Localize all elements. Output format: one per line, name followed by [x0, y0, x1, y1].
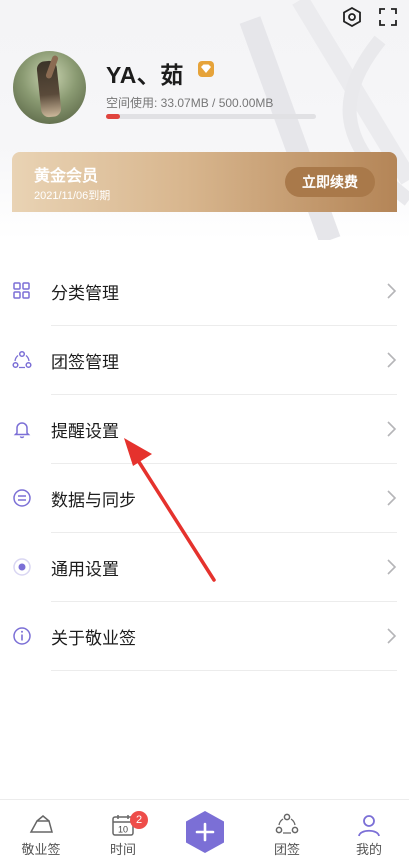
- general-settings-icon: [12, 557, 32, 577]
- menu-item-reminder[interactable]: 提醒设置: [0, 395, 409, 464]
- menu-item-label: 分类管理: [51, 284, 119, 304]
- storage-progress-bar: [106, 114, 316, 119]
- storage-usage-text: 空间使用: 33.07MB / 500.00MB: [106, 96, 274, 110]
- membership-expire-date: 2021/11/06到期: [34, 190, 111, 202]
- menu-item-label: 团签管理: [51, 353, 119, 373]
- membership-title: 黄金会员: [34, 166, 99, 185]
- membership-card[interactable]: 黄金会员 2021/11/06到期 立即续费: [12, 152, 397, 212]
- tab-label: 团签: [273, 843, 300, 858]
- add-button[interactable]: [183, 810, 227, 854]
- menu-item-label: 提醒设置: [51, 422, 119, 442]
- storage-progress-fill: [106, 114, 120, 119]
- notification-badge: 2: [130, 811, 148, 829]
- profile-icon: [356, 812, 382, 838]
- tab-label: 我的: [355, 843, 382, 858]
- tab-team[interactable]: 团签: [246, 800, 328, 865]
- chevron-right-icon: [385, 557, 397, 577]
- team-icon: [12, 350, 32, 370]
- settings-hex-icon[interactable]: [341, 6, 363, 28]
- menu-item-label: 通用设置: [51, 560, 119, 580]
- team-tab-icon: [274, 812, 300, 838]
- menu-item-label: 数据与同步: [51, 491, 136, 511]
- chevron-right-icon: [385, 419, 397, 439]
- notes-icon: [28, 812, 54, 838]
- add-icon: [186, 811, 224, 853]
- sync-icon: [12, 488, 32, 508]
- chevron-right-icon: [385, 281, 397, 301]
- divider: [51, 670, 397, 671]
- category-grid-icon: [12, 281, 32, 301]
- tab-notes[interactable]: 敬业签: [0, 800, 82, 865]
- tab-label: 敬业签: [21, 843, 61, 858]
- menu-item-team[interactable]: 团签管理: [0, 326, 409, 395]
- menu-item-sync[interactable]: 数据与同步: [0, 464, 409, 533]
- chevron-right-icon: [385, 488, 397, 508]
- menu-item-about[interactable]: 关于敬业签: [0, 602, 409, 671]
- renew-button[interactable]: 立即续费: [285, 167, 375, 197]
- fullscreen-icon[interactable]: [377, 6, 399, 28]
- info-icon: [12, 626, 32, 646]
- vip-diamond-icon: [197, 60, 215, 78]
- chevron-right-icon: [385, 626, 397, 646]
- top-toolbar: [341, 6, 399, 28]
- menu-item-label: 关于敬业签: [51, 629, 136, 649]
- avatar[interactable]: [13, 51, 86, 124]
- bell-icon: [12, 419, 32, 439]
- chevron-right-icon: [385, 350, 397, 370]
- menu-item-category[interactable]: 分类管理: [0, 257, 409, 326]
- settings-menu: 分类管理 团签管理 提醒设置 数据与同步 通用设置 关于敬业签: [0, 257, 409, 671]
- tab-profile[interactable]: 我的: [328, 800, 409, 865]
- menu-item-general[interactable]: 通用设置: [0, 533, 409, 602]
- user-name: YA、茹: [106, 62, 184, 88]
- tab-label: 时间: [109, 843, 136, 858]
- calendar-day: 10: [118, 825, 128, 835]
- tab-time[interactable]: 10 2 时间: [82, 800, 164, 865]
